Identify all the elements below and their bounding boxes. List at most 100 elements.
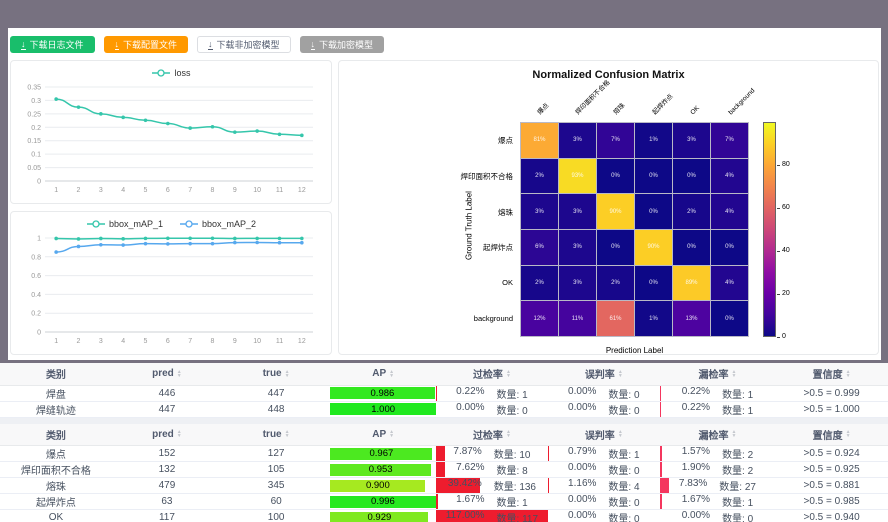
cm-colorbar-tick-label: 80 (782, 161, 790, 168)
download-button-1[interactable]: ↓下载日志文件 (10, 36, 95, 53)
count-value: 27 (745, 482, 756, 493)
download-button-4[interactable]: ↓下载加密模型 (300, 36, 385, 53)
sort-caret-icon[interactable]: ▲▼ (285, 430, 290, 438)
cell-over-rate: 7.87%数量: 10 (436, 446, 548, 462)
column-header-misjudge-rate[interactable]: 误判率▲▼ (548, 424, 660, 446)
cm-row-label: 熔珠 (339, 207, 513, 218)
cell-confidence: >0.5 = 0.999 (775, 385, 888, 401)
cell-miss-rate: 1.67%数量: 1 (660, 494, 775, 510)
column-header-label: AP (372, 368, 386, 379)
count-value: 4 (634, 482, 640, 493)
cell-over-rate: 117.00%数量: 117 (436, 510, 548, 522)
column-header-over-rate[interactable]: 过检率▲▼ (436, 363, 548, 385)
svg-text:3: 3 (99, 187, 103, 194)
column-header-label: 类别 (46, 427, 66, 442)
cell-confidence: >0.5 = 0.924 (775, 446, 888, 462)
svg-text:0.15: 0.15 (27, 138, 41, 145)
cm-column-label: 熔珠 (613, 102, 628, 117)
column-header-inner: 漏检率▲▼ (698, 427, 736, 442)
sort-caret-icon[interactable]: ▲▼ (389, 370, 394, 378)
download-button-3[interactable]: ↓下载非加密模型 (197, 36, 291, 53)
cell-pred-text: 479 (159, 480, 176, 491)
mis-rate-percent: 0.00% (568, 494, 596, 509)
svg-text:0: 0 (37, 179, 41, 186)
cm-cell: 11% (559, 301, 596, 336)
sort-caret-icon[interactable]: ▲▼ (846, 430, 851, 438)
sort-caret-icon[interactable]: ▲▼ (731, 430, 736, 438)
svg-text:0: 0 (37, 330, 41, 337)
count-value: 0 (634, 466, 640, 477)
mis-rate-percent: 0.00% (568, 402, 596, 417)
cell-over-rate: 0.00%数量: 0 (436, 401, 548, 417)
cm-cell: 90% (635, 230, 672, 265)
legend-item-loss[interactable]: loss (151, 68, 190, 78)
legend-label: loss (174, 68, 190, 78)
download-button-label: 下载日志文件 (30, 38, 84, 51)
cm-x-axis-label: Prediction Label (520, 346, 749, 355)
sort-caret-icon[interactable]: ▲▼ (731, 370, 736, 378)
count-value: 136 (519, 482, 536, 493)
column-header-miss-rate[interactable]: 漏检率▲▼ (660, 363, 775, 385)
column-header-pred[interactable]: pred▲▼ (112, 424, 222, 446)
column-header-inner: 类别 (46, 427, 66, 442)
ap-value: 0.953 (369, 464, 393, 475)
column-header-miss-rate[interactable]: 漏检率▲▼ (660, 424, 775, 446)
sort-caret-icon[interactable]: ▲▼ (618, 370, 623, 378)
column-header-ap[interactable]: AP▲▼ (330, 363, 436, 385)
miss-rate-percent: 1.90% (682, 462, 710, 477)
column-header-ap[interactable]: AP▲▼ (330, 424, 436, 446)
charts-panel: ↓下载日志文件↓下载配置文件↓下载非加密模型↓下载加密模型 loss00.050… (8, 28, 881, 360)
download-button-2[interactable]: ↓下载配置文件 (104, 36, 189, 53)
column-header-label: true (263, 429, 282, 440)
download-button-label: 下载加密模型 (319, 38, 373, 51)
over-rate-percent: 0.22% (456, 386, 484, 401)
svg-text:0.8: 0.8 (31, 254, 41, 261)
miss-rate-content: 1.57%数量: 2 (660, 446, 775, 461)
sort-caret-icon[interactable]: ▲▼ (846, 370, 851, 378)
download-icon: ↓ (208, 40, 213, 50)
svg-text:8: 8 (211, 338, 215, 345)
mis-rate-percent: 0.00% (568, 510, 596, 522)
cell-miss-rate: 0.00%数量: 0 (660, 510, 775, 522)
sort-caret-icon[interactable]: ▲▼ (506, 370, 511, 378)
cell-true-text: 60 (271, 496, 282, 507)
legend-item-bbox_mAP_1[interactable]: bbox_mAP_1 (86, 219, 163, 229)
sort-caret-icon[interactable]: ▲▼ (285, 370, 290, 378)
metrics-tables: 类别pred▲▼true▲▼AP▲▼过检率▲▼误判率▲▼漏检率▲▼置信度▲▼焊盘… (0, 363, 888, 522)
cm-colorbar-tick-mark (777, 251, 780, 252)
cm-cell: 0% (711, 301, 748, 336)
cell-true: 105 (222, 462, 330, 478)
sort-caret-icon[interactable]: ▲▼ (177, 370, 182, 378)
legend-item-bbox_mAP_2[interactable]: bbox_mAP_2 (179, 219, 256, 229)
svg-text:1: 1 (54, 187, 58, 194)
sort-caret-icon[interactable]: ▲▼ (389, 430, 394, 438)
cm-cell: 0% (673, 230, 710, 265)
column-header-true[interactable]: true▲▼ (222, 363, 330, 385)
sort-caret-icon[interactable]: ▲▼ (506, 430, 511, 438)
cm-cell: 4% (711, 194, 748, 229)
sort-caret-icon[interactable]: ▲▼ (177, 430, 182, 438)
column-header-confidence[interactable]: 置信度▲▼ (775, 424, 888, 446)
column-header-true[interactable]: true▲▼ (222, 424, 330, 446)
cell-mis-rate: 0.00%数量: 0 (548, 401, 660, 417)
cell-category-text: OK (49, 512, 63, 522)
cell-over-rate: 7.62%数量: 8 (436, 462, 548, 478)
column-header-pred[interactable]: pred▲▼ (112, 363, 222, 385)
count-label: 数量: (608, 466, 631, 477)
count-label: 数量: (608, 482, 631, 493)
column-header-over-rate[interactable]: 过检率▲▼ (436, 424, 548, 446)
sort-caret-icon[interactable]: ▲▼ (618, 430, 623, 438)
ap-bar: 0.986 (330, 387, 434, 399)
cell-category-text: 焊盘 (46, 390, 66, 401)
cm-cell: 89% (673, 266, 710, 301)
count-value: 1 (748, 498, 754, 509)
cm-cell: 3% (559, 266, 596, 301)
ap-bar: 0.900 (330, 480, 425, 492)
column-header-confidence[interactable]: 置信度▲▼ (775, 363, 888, 385)
cell-true: 100 (222, 510, 330, 522)
count-label: 数量: (608, 498, 631, 509)
svg-text:5: 5 (144, 338, 148, 345)
cell-confidence: >0.5 = 0.985 (775, 494, 888, 510)
column-header-misjudge-rate[interactable]: 误判率▲▼ (548, 363, 660, 385)
cell-true-text: 127 (268, 448, 285, 459)
